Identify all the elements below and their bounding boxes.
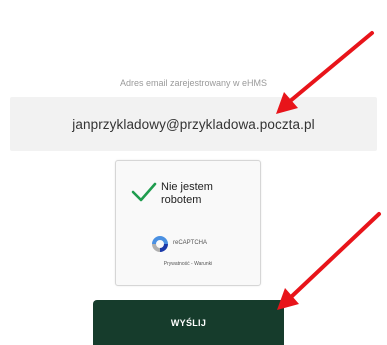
checkmark-icon[interactable]: [131, 181, 157, 203]
email-field-label: Adres email zarejestrowany w eHMS: [119, 78, 268, 88]
recaptcha-widget[interactable]: Nie jestem robotem reCAPTCHA Prywatność …: [115, 160, 261, 286]
recaptcha-privacy-terms-links[interactable]: Prywatność - Warunki: [116, 261, 260, 267]
recaptcha-checkbox-label: Nie jestem robotem: [161, 181, 213, 206]
email-field[interactable]: janprzykladowy@przykladowa.poczta.pl: [10, 97, 377, 151]
password-reset-page: Adres email zarejestrowany w eHMS janprz…: [0, 0, 387, 345]
recaptcha-brand: reCAPTCHA: [173, 240, 208, 246]
arrow-to-submit-button: [277, 212, 381, 310]
email-field-value: janprzykladowy@przykladowa.poczta.pl: [72, 116, 315, 132]
submit-button[interactable]: WYŚLIJ: [93, 300, 284, 345]
recaptcha-logo-icon: [152, 236, 168, 252]
